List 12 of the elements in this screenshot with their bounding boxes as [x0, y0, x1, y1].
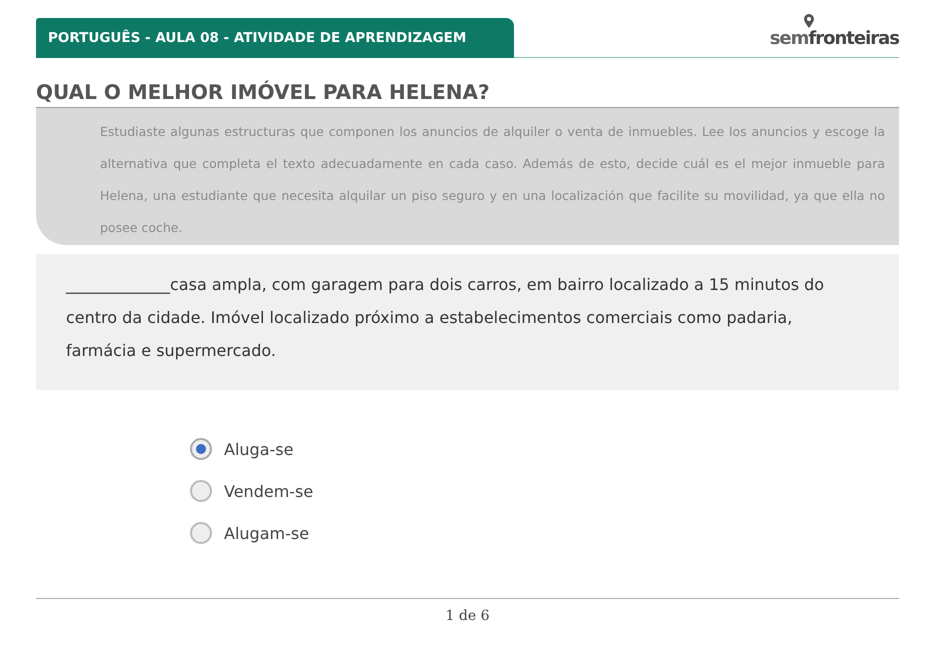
lesson-title: PORTUGUÊS - AULA 08 - ATIVIDADE DE APRENDIZAGEM: [48, 30, 466, 46]
radio-button[interactable]: [190, 480, 212, 502]
radio-button[interactable]: [190, 438, 212, 460]
option-label[interactable]: Vendem-se: [224, 482, 314, 500]
page-counter: 1 de 6: [446, 608, 490, 624]
instructions-text: Estudiaste algunas estructuras que componen los anuncios de alquiler o venta de inmuebles. Lee los anuncios y escoge la alternativa que completa el texto adecuadamente en cada caso. Además de esto, decide cuál es el mejor inmueble para Helena, una estudiante que necesita alquilar un piso seguro y en una localización que facilite su movilidad, ya que ella no posee coche.: [100, 123, 885, 237]
map-pin-icon: [804, 14, 814, 28]
ad-text: _____________casa ampla, com garagem para dois carros, em bairro localizado a 15 minutos do centro da cidade. Imóvel localizado próximo a estabelecimentos comerciais como padaria, farmácia e supermercado.: [66, 274, 826, 362]
option-label[interactable]: Aluga-se: [224, 440, 294, 458]
radio-button[interactable]: [190, 522, 212, 544]
option-label[interactable]: Alugam-se: [224, 524, 310, 542]
logo: semfronteiras: [770, 28, 899, 49]
